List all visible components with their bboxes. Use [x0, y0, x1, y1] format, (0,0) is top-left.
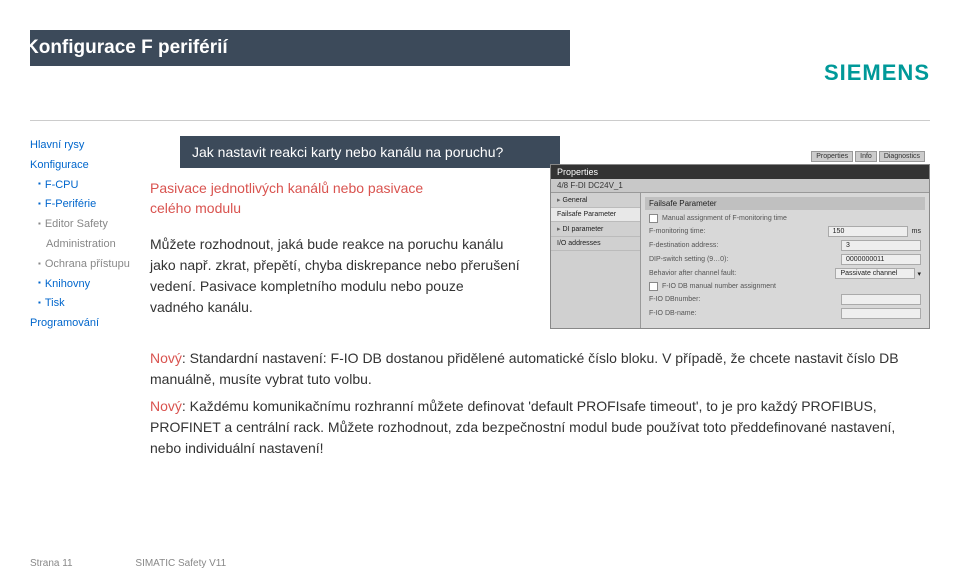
panel-title: Properties — [551, 165, 929, 179]
panel-address-text: 4/8 F-DI DC24V_1 — [557, 181, 623, 190]
panel-tabs: Properties Info Diagnostics — [811, 151, 925, 162]
header: Konfigurace F periférií SIEMENS — [0, 30, 960, 120]
panel-nav-io[interactable]: I/O addresses — [551, 237, 640, 251]
panel-section-header: Failsafe Parameter — [645, 197, 925, 210]
dropdown-icon[interactable]: ▾ — [917, 270, 921, 278]
checkbox-manual-assign[interactable] — [649, 214, 658, 223]
panel-nav-failsafe[interactable]: Failsafe Parameter — [551, 208, 640, 222]
label-behavior: Behavior after channel fault: — [649, 270, 835, 277]
panel-nav-di[interactable]: ▸DI parameter — [551, 222, 640, 237]
sidebar-item-konfigurace[interactable]: Konfigurace — [30, 156, 150, 176]
novy-label-2: Nový — [150, 398, 182, 414]
input-fio-name[interactable] — [841, 308, 921, 319]
sidebar-item-hlavni-rysy[interactable]: Hlavní rysy — [30, 136, 150, 156]
content: Hlavní rysy Konfigurace F-CPU F-Periféri… — [0, 121, 960, 459]
label-fdest-addr: F-destination address: — [649, 242, 841, 249]
input-fmon-time[interactable]: 150 — [828, 226, 908, 237]
unit-ms: ms — [912, 228, 921, 235]
title-bar: Konfigurace F periférií — [30, 30, 570, 66]
sidebar-item-editor-safety[interactable]: Editor Safety — [30, 215, 150, 235]
row-manual-assign: Manual assignment of F-monitoring time — [645, 214, 925, 223]
label-dip: DIP-switch setting (9…0): — [649, 256, 841, 263]
siemens-logo: SIEMENS — [824, 60, 930, 86]
label-manual-assign: Manual assignment of F-monitoring time — [662, 215, 921, 222]
input-dip[interactable]: 0000000011 — [841, 254, 921, 265]
row-fdest-addr: F-destination address: 3 — [645, 240, 925, 251]
sidebar: Hlavní rysy Konfigurace F-CPU F-Periféri… — [30, 136, 150, 459]
lower-text-block: Nový: Standardní nastavení: F-IO DB dost… — [150, 348, 930, 459]
tab-info[interactable]: Info — [855, 151, 877, 162]
row-fio-manual: F-IO DB manual number assignment — [645, 282, 925, 291]
properties-panel: Properties 4/8 F-DI DC24V_1 Properties I… — [550, 164, 930, 329]
panel-nav-general[interactable]: ▸General — [551, 193, 640, 208]
row-fio-name: F-IO DB-name: — [645, 308, 925, 319]
main-area: Jak nastavit reakci karty nebo kanálu na… — [150, 136, 930, 459]
input-fio-num[interactable] — [841, 294, 921, 305]
page-number: Strana 11 — [30, 558, 73, 569]
lower-para-1: Nový: Standardní nastavení: F-IO DB dost… — [150, 348, 900, 390]
body-paragraph-1: Můžete rozhodnout, jaká bude reakce na p… — [150, 234, 520, 318]
checkbox-fio-manual[interactable] — [649, 282, 658, 291]
panel-form: Failsafe Parameter Manual assignment of … — [641, 193, 929, 328]
novy-label-1: Nový — [150, 350, 182, 366]
input-fdest-addr[interactable]: 3 — [841, 240, 921, 251]
lower-text-1: : Standardní nastavení: F-IO DB dostanou… — [150, 350, 899, 387]
product-name: SIMATIC Safety V11 — [135, 558, 226, 569]
label-fio-name: F-IO DB-name: — [649, 310, 841, 317]
row-behavior: Behavior after channel fault: Passivate … — [645, 268, 925, 279]
label-fmon-time: F-monitoring time: — [649, 228, 828, 235]
row-dip: DIP-switch setting (9…0): 0000000011 — [645, 254, 925, 265]
chevron-right-icon: ▸ — [557, 226, 561, 233]
lower-para-2: Nový: Každému komunikačnímu rozhranní mů… — [150, 396, 900, 459]
panel-nav: ▸General Failsafe Parameter ▸DI paramete… — [551, 193, 641, 328]
sidebar-item-administration[interactable]: Administration — [30, 235, 150, 255]
label-fio-manual: F-IO DB manual number assignment — [662, 283, 921, 290]
row-fio-num: F-IO DBnumber: — [645, 294, 925, 305]
tab-properties[interactable]: Properties — [811, 151, 853, 162]
chevron-right-icon: ▸ — [557, 197, 561, 204]
sidebar-item-ochrana[interactable]: Ochrana přístupu — [30, 255, 150, 275]
question-bar: Jak nastavit reakci karty nebo kanálu na… — [180, 136, 560, 168]
row-fmon-time: F-monitoring time: 150 ms — [645, 226, 925, 237]
footer: Strana 11 SIMATIC Safety V11 — [30, 558, 226, 569]
lower-text-2: : Každému komunikačnímu rozhranní můžete… — [150, 398, 895, 456]
sidebar-item-fcpu[interactable]: F-CPU — [30, 176, 150, 196]
label-fio-num: F-IO DBnumber: — [649, 296, 841, 303]
tab-diagnostics[interactable]: Diagnostics — [879, 151, 925, 162]
page-title: Konfigurace F periférií — [25, 37, 228, 59]
sidebar-item-fperiferie[interactable]: F-Periférie — [30, 195, 150, 215]
sidebar-item-tisk[interactable]: Tisk — [30, 294, 150, 314]
sidebar-item-knihovny[interactable]: Knihovny — [30, 275, 150, 295]
select-behavior[interactable]: Passivate channel — [835, 268, 915, 279]
sidebar-item-programovani[interactable]: Programování — [30, 314, 150, 334]
panel-address: 4/8 F-DI DC24V_1 Properties Info Diagnos… — [551, 179, 929, 193]
